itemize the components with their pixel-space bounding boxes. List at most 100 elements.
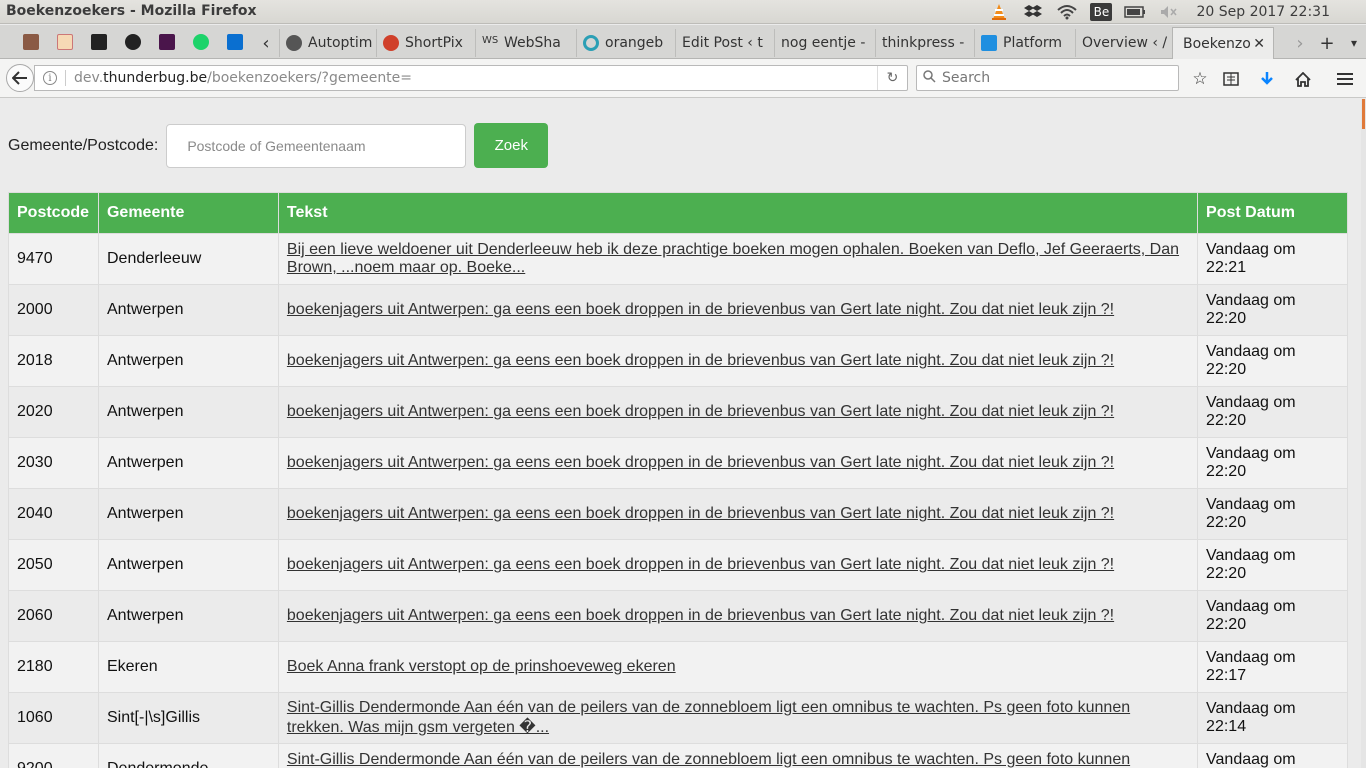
tab-label: Edit Post ‹ t — [682, 35, 763, 51]
table-row: 2040 Antwerpen boekenjagers uit Antwerpe… — [8, 488, 1348, 540]
pinned-tab-github[interactable] — [118, 30, 148, 54]
pinned-tab-slack[interactable] — [152, 30, 182, 54]
download-icon[interactable] — [1254, 66, 1280, 92]
cell-datum: Vandaag om 22:20 — [1197, 539, 1348, 591]
scrollbar-thumb[interactable] — [1362, 99, 1365, 129]
back-button[interactable] — [6, 64, 34, 92]
cell-postcode: 2030 — [8, 437, 99, 489]
post-link[interactable]: Boek Anna frank verstopt op de prinshoev… — [287, 658, 676, 675]
url-subdomain: dev. — [74, 70, 104, 86]
tab-platform[interactable]: Platform — [974, 29, 1074, 57]
cell-datum: Vandaag om 22:20 — [1197, 437, 1348, 489]
keyboard-layout-badge[interactable]: Be — [1090, 3, 1113, 21]
tab-thinkpress[interactable]: thinkpress - — [875, 29, 973, 57]
cell-datum: Vandaag om 22:17 — [1197, 641, 1348, 693]
cell-postcode: 2060 — [8, 590, 99, 642]
cell-datum: Vandaag om 22:20 — [1197, 590, 1348, 642]
reading-list-icon[interactable] — [1218, 66, 1244, 92]
cell-gemeente: Antwerpen — [97, 590, 279, 642]
site-info-icon[interactable]: i — [43, 71, 57, 85]
close-tab-icon[interactable]: ✕ — [1253, 36, 1265, 52]
trello-icon — [91, 34, 107, 50]
post-link[interactable]: boekenjagers uit Antwerpen: ga eens een … — [287, 301, 1114, 318]
post-link[interactable]: boekenjagers uit Antwerpen: ga eens een … — [287, 556, 1114, 573]
pinned-tab-outlook[interactable] — [220, 30, 250, 54]
post-link[interactable]: boekenjagers uit Antwerpen: ga eens een … — [287, 403, 1114, 420]
tab-autoptim[interactable]: Autoptim — [279, 29, 375, 57]
avatar-icon — [23, 34, 39, 50]
pinned-tab-green[interactable] — [186, 30, 216, 54]
pinned-tab-translate[interactable] — [50, 30, 80, 54]
cell-gemeente: Dendermonde — [97, 743, 279, 768]
wifi-icon[interactable] — [1056, 3, 1078, 21]
scroll-tabs-right-button[interactable]: › — [1286, 29, 1314, 57]
post-link[interactable]: Sint-Gillis Dendermonde Aan één van de p… — [287, 699, 1130, 736]
table-row: 9200 Dendermonde Sint-Gillis Dendermonde… — [8, 743, 1348, 768]
web-search-input[interactable] — [942, 70, 1162, 86]
post-link[interactable]: boekenjagers uit Antwerpen: ga eens een … — [287, 505, 1114, 522]
cell-gemeente: Antwerpen — [97, 335, 279, 387]
tab-nog-eentje[interactable]: nog eentje - — [774, 29, 874, 57]
slack-icon — [159, 34, 175, 50]
post-link[interactable]: Sint-Gillis Dendermonde Aan één van de p… — [287, 751, 1130, 768]
reload-icon[interactable]: ↻ — [877, 66, 907, 90]
post-link[interactable]: boekenjagers uit Antwerpen: ga eens een … — [287, 454, 1114, 471]
websha-icon: WS — [482, 35, 499, 46]
header-tekst: Tekst — [277, 192, 1199, 234]
cell-datum: Vandaag om 22:20 — [1197, 284, 1348, 336]
cell-tekst: Bij een lieve weldoener uit Denderleeuw … — [277, 233, 1199, 285]
cell-tekst: boekenjagers uit Antwerpen: ga eens een … — [277, 590, 1199, 642]
post-link[interactable]: Bij een lieve weldoener uit Denderleeuw … — [287, 241, 1179, 276]
scroll-tabs-left-button[interactable]: ‹ — [252, 29, 280, 57]
hamburger-menu-icon[interactable] — [1332, 66, 1358, 92]
translate-icon — [57, 34, 73, 50]
list-all-tabs-button[interactable]: ▾ — [1340, 29, 1366, 57]
tab-label: Boekenzo — [1183, 35, 1251, 52]
battery-icon[interactable] — [1124, 3, 1146, 21]
table-row: 9470 Denderleeuw Bij een lieve weldoener… — [8, 233, 1348, 285]
new-tab-button[interactable]: + — [1313, 29, 1341, 57]
system-tray: Be 20 Sep 2017 22:31 — [982, 0, 1366, 24]
url-bar[interactable]: i dev. thunderbug.be /boekenzoekers/?gem… — [34, 65, 908, 91]
tab-boekenzoekers-active[interactable]: Boekenzo ✕ — [1172, 27, 1274, 59]
volume-muted-icon[interactable] — [1158, 3, 1180, 21]
tab-label: Platform — [1003, 35, 1063, 51]
post-link[interactable]: boekenjagers uit Antwerpen: ga eens een … — [287, 352, 1114, 369]
tab-shortpix[interactable]: ShortPix — [376, 29, 474, 57]
tab-websha[interactable]: WS WebSha — [475, 29, 575, 57]
system-top-bar: Boekenzoekers - Mozilla Firefox Be 20 Se… — [0, 0, 1366, 24]
bookmark-star-icon[interactable]: ☆ — [1187, 66, 1213, 92]
page-scrollbar[interactable] — [1361, 99, 1366, 768]
tab-overview[interactable]: Overview ‹ / — [1075, 29, 1173, 57]
dropbox-icon[interactable] — [1022, 3, 1044, 21]
tab-label: ShortPix — [405, 35, 463, 51]
table-row: 2000 Antwerpen boekenjagers uit Antwerpe… — [8, 284, 1348, 336]
table-header-row: Postcode Gemeente Tekst Post Datum — [8, 192, 1348, 234]
tab-edit-post[interactable]: Edit Post ‹ t — [675, 29, 773, 57]
cell-gemeente: Sint[-|\s]Gillis — [97, 692, 279, 744]
orange-ring-icon — [583, 35, 599, 51]
github-icon — [125, 34, 141, 50]
cell-postcode: 2020 — [8, 386, 99, 438]
zoek-button[interactable]: Zoek — [474, 123, 549, 168]
header-postcode: Postcode — [8, 192, 99, 234]
cell-tekst: Boek Anna frank verstopt op de prinshoev… — [277, 641, 1199, 693]
header-gemeente: Gemeente — [97, 192, 279, 234]
post-link[interactable]: boekenjagers uit Antwerpen: ga eens een … — [287, 607, 1114, 624]
cell-postcode: 1060 — [8, 692, 99, 744]
system-clock[interactable]: 20 Sep 2017 22:31 — [1196, 4, 1330, 20]
search-label: Gemeente/Postcode: — [8, 136, 159, 154]
cell-tekst: boekenjagers uit Antwerpen: ga eens een … — [277, 488, 1199, 540]
cell-tekst: boekenjagers uit Antwerpen: ga eens een … — [277, 539, 1199, 591]
pinned-tab-avatar[interactable] — [16, 30, 46, 54]
gemeente-search-input[interactable] — [166, 123, 467, 168]
table-row: 1060 Sint[-|\s]Gillis Sint-Gillis Dender… — [8, 692, 1348, 744]
cell-gemeente: Denderleeuw — [97, 233, 279, 285]
pinned-tab-trello[interactable] — [84, 30, 114, 54]
tab-orangeb[interactable]: orangeb — [576, 29, 674, 57]
vlc-icon[interactable] — [988, 3, 1010, 21]
web-search-bar[interactable] — [916, 65, 1179, 91]
cell-datum: Vandaag om 22:20 — [1197, 386, 1348, 438]
cell-postcode: 2180 — [8, 641, 99, 693]
home-icon[interactable] — [1290, 66, 1316, 92]
